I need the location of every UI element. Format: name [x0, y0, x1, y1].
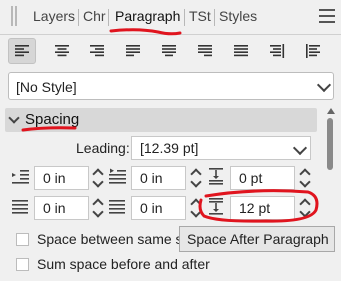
section-title: Spacing	[25, 111, 80, 128]
justify-center-icon	[162, 45, 176, 57]
align-center-icon	[55, 45, 69, 57]
right-indent-value: 0 in	[43, 200, 66, 216]
chevron-down-icon	[316, 77, 332, 93]
space-after-field[interactable]: 12 pt	[230, 196, 295, 220]
tab-text-styles[interactable]: TSt	[189, 8, 211, 24]
left-indent-icon	[12, 170, 29, 184]
right-indent-icon	[12, 200, 28, 214]
justify-left-icon	[126, 45, 140, 57]
first-line-indent-field[interactable]: 0 in	[131, 166, 186, 190]
tooltip: Space After Paragraph	[179, 226, 335, 252]
tab-separator	[108, 9, 109, 26]
chevron-down-icon	[8, 112, 20, 124]
panel-menu-icon[interactable]	[319, 9, 335, 23]
tab-layers[interactable]: Layers	[33, 8, 75, 24]
align-towards-spine-button[interactable]	[263, 38, 291, 64]
tab-separator	[78, 9, 79, 26]
align-left-button[interactable]	[8, 38, 36, 64]
align-away-from-spine-icon	[306, 44, 320, 58]
align-right-button[interactable]	[83, 38, 111, 64]
spacing-section-header[interactable]: Spacing	[5, 108, 317, 132]
space-before-value: 0 pt	[239, 170, 263, 186]
justify-all-icon	[234, 45, 248, 57]
tab-styles[interactable]: Styles	[219, 8, 257, 24]
justify-left-button[interactable]	[119, 38, 147, 64]
panel-grip-handle[interactable]	[11, 6, 17, 26]
leading-value: [12.39 pt]	[140, 140, 199, 156]
leading-dropdown[interactable]: [12.39 pt]	[131, 136, 311, 160]
left-indent-stepper[interactable]	[92, 167, 104, 189]
tab-paragraph[interactable]: Paragraph	[115, 8, 180, 24]
space-between-same-styles-label: Space between same st	[37, 231, 187, 247]
tab-separator	[214, 9, 215, 26]
align-right-icon	[90, 45, 104, 57]
align-left-icon	[15, 45, 29, 57]
last-line-indent-stepper[interactable]	[190, 197, 202, 219]
right-indent-field[interactable]: 0 in	[34, 196, 89, 220]
space-before-icon	[209, 168, 223, 185]
align-towards-spine-icon	[270, 44, 285, 58]
chevron-down-icon	[292, 140, 308, 156]
paragraph-style-dropdown[interactable]: [No Style]	[8, 72, 334, 100]
first-line-indent-stepper[interactable]	[190, 167, 202, 189]
space-after-icon	[209, 198, 223, 215]
sum-space-label: Sum space before and after	[37, 256, 210, 272]
justify-right-button[interactable]	[191, 38, 219, 64]
align-away-from-spine-button[interactable]	[299, 38, 327, 64]
space-before-stepper[interactable]	[299, 167, 311, 189]
last-line-indent-icon	[109, 200, 125, 214]
sum-space-checkbox[interactable]	[16, 258, 29, 271]
paragraph-style-value: [No Style]	[16, 79, 77, 95]
leading-label: Leading:	[76, 140, 130, 156]
left-indent-value: 0 in	[43, 170, 66, 186]
space-after-value: 12 pt	[239, 200, 271, 216]
left-indent-field[interactable]: 0 in	[34, 166, 89, 190]
scrollbar-thumb[interactable]	[327, 118, 333, 170]
space-before-field[interactable]: 0 pt	[230, 166, 295, 190]
space-after-stepper[interactable]	[299, 197, 311, 219]
justify-center-button[interactable]	[155, 38, 183, 64]
align-center-button[interactable]	[48, 38, 76, 64]
right-indent-stepper[interactable]	[92, 197, 104, 219]
tab-character[interactable]: Chr	[83, 8, 106, 24]
last-line-indent-field[interactable]: 0 in	[131, 196, 186, 220]
scroll-up-arrow-icon[interactable]	[327, 108, 335, 114]
justify-all-button[interactable]	[227, 38, 255, 64]
first-line-indent-icon	[109, 168, 126, 184]
tooltip-text: Space After Paragraph	[187, 231, 329, 247]
space-between-same-styles-checkbox[interactable]	[16, 233, 29, 246]
justify-right-icon	[198, 45, 212, 57]
first-line-indent-value: 0 in	[140, 170, 163, 186]
last-line-indent-value: 0 in	[140, 200, 163, 216]
tab-separator	[184, 9, 185, 26]
